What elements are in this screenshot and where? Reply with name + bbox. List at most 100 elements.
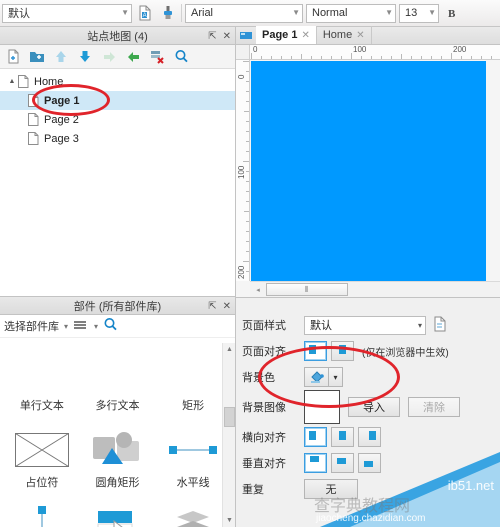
ruler-tick (246, 201, 249, 202)
widget-item-image-hotspot[interactable]: 图片热区 (80, 498, 156, 527)
indent-right-icon (100, 48, 118, 66)
ruler-tick (381, 56, 382, 59)
sitemap-node-page-2[interactable]: Page 2 (0, 110, 235, 129)
bg-image-row: 背景图像 导入 清除 (236, 390, 500, 424)
font-weight-dropdown[interactable]: Normal ▼ (306, 3, 396, 23)
ruler-tick (431, 56, 432, 59)
chevron-down-icon[interactable]: ▾ (94, 322, 98, 331)
bg-color-row: 背景色 ▾ (236, 364, 500, 390)
align-left-button[interactable] (304, 427, 327, 447)
svg-text:B: B (448, 8, 456, 20)
ruler-tick (243, 261, 249, 262)
delete-page-icon[interactable] (148, 48, 166, 66)
maximize-icon[interactable]: ⇱ (208, 301, 216, 312)
expander-icon[interactable]: ▲ (6, 78, 18, 85)
canvas-area: Page 1 ✕ Home ✕ 0 100 200 0 100 200 ◂ ⦀ (236, 26, 500, 297)
ruler-tick (271, 56, 272, 59)
add-page-icon[interactable] (4, 48, 22, 66)
ruler-tick (246, 121, 249, 122)
ruler-tick (246, 131, 249, 132)
widget-item-rectangle[interactable]: 矩形 (155, 344, 231, 419)
align-middle-button[interactable] (331, 453, 354, 473)
move-up-icon[interactable] (52, 48, 70, 66)
sitemap-toolbar (0, 45, 235, 69)
list-view-icon[interactable] (73, 319, 89, 334)
page-style-label: 页面样式 (242, 320, 286, 332)
bold-button[interactable]: B (442, 3, 462, 24)
font-family-value: Arial (191, 7, 214, 19)
font-family-dropdown[interactable]: Arial ▼ (185, 3, 303, 23)
scrollbar-thumb[interactable] (224, 407, 235, 427)
paint-brush-icon[interactable] (158, 3, 178, 24)
widget-item-rounded-rectangle[interactable]: 圆角矩形 (80, 421, 156, 496)
repeat-row: 重复 无 (236, 476, 500, 502)
paint-bucket-icon[interactable] (304, 367, 329, 387)
font-size-dropdown[interactable]: 13 ▼ (399, 3, 439, 23)
toolbar-separator (181, 4, 182, 22)
sitemap-node-page-3[interactable]: Page 3 (0, 129, 235, 148)
align-bottom-button[interactable] (358, 453, 381, 473)
close-icon[interactable]: ✕ (356, 30, 364, 41)
page-align-note: (仅在浏览器中生效) (362, 347, 449, 359)
h-align-group[interactable] (304, 427, 381, 447)
outdent-left-icon[interactable] (124, 48, 142, 66)
ruler-tick (311, 56, 312, 59)
page-align-group[interactable] (304, 341, 354, 361)
align-center-button[interactable] (331, 427, 354, 447)
widgets-scrollbar[interactable]: ▲ ▼ (222, 343, 235, 527)
sitemap-node-label: Page 3 (44, 132, 79, 145)
widget-item-single-line-text[interactable]: 单行文本 (4, 344, 80, 419)
tab-home[interactable]: Home ✕ (317, 26, 372, 44)
tab-page-1[interactable]: Page 1 ✕ (256, 26, 317, 44)
close-icon[interactable]: ✕ (223, 301, 231, 312)
move-down-icon[interactable] (76, 48, 94, 66)
image-hotspot-icon (92, 504, 142, 527)
widget-item-horizontal-line[interactable]: 水平线 (155, 421, 231, 496)
sitemap-tree[interactable]: ▲ Home Page 1 Page 2 Page 3 (0, 69, 235, 295)
search-icon[interactable] (103, 317, 118, 335)
widget-item-vertical-line[interactable]: 垂直线 (4, 498, 80, 527)
close-icon[interactable]: ✕ (301, 30, 309, 41)
font-weight-value: Normal (312, 7, 348, 19)
page-style-dropdown[interactable]: 默认 ▾ (304, 315, 426, 335)
v-align-group[interactable] (304, 453, 381, 473)
close-icon[interactable]: ✕ (223, 31, 231, 42)
sitemap-node-home[interactable]: ▲ Home (0, 72, 235, 91)
align-center-button[interactable] (331, 341, 354, 361)
scroll-up-icon[interactable]: ▲ (223, 343, 236, 356)
maximize-icon[interactable]: ⇱ (208, 31, 216, 42)
align-right-button[interactable] (358, 427, 381, 447)
widget-item-multi-line-text[interactable]: 多行文本 (80, 344, 156, 419)
chevron-down-icon[interactable]: ▾ (64, 322, 68, 331)
style-dropdown[interactable]: 默认 ▼ (2, 3, 132, 23)
svg-text:A: A (143, 13, 147, 19)
ruler-tick (246, 241, 249, 242)
format-painter-icon[interactable]: A (135, 3, 155, 24)
search-icon[interactable] (172, 48, 190, 66)
widgets-panel-header: 部件 (所有部件库) ⇱ ✕ (0, 297, 235, 315)
widgets-panel: 部件 (所有部件库) ⇱ ✕ 选择部件库 ▾ ▾ 单行文本 多行文本 矩形占位符… (0, 297, 236, 527)
canvas-horizontal-scrollbar[interactable]: ◂ ⦀ (250, 281, 500, 297)
edit-style-icon[interactable] (432, 316, 448, 335)
bg-image-preview[interactable] (304, 390, 340, 424)
ruler-tick (246, 191, 249, 192)
scrollbar-thumb[interactable]: ⦀ (266, 283, 348, 296)
bg-color-dropdown[interactable]: ▾ (329, 367, 343, 387)
page-canvas[interactable] (251, 61, 486, 283)
align-top-button[interactable] (304, 453, 327, 473)
import-button[interactable]: 导入 (348, 397, 400, 417)
page-properties-panel: 页面样式 默认 ▾ 页面对齐 (仅在浏览器中生效) 背景色 ▾ 背景图像 导入 … (236, 297, 500, 527)
ruler-tick (246, 91, 249, 92)
scroll-down-icon[interactable]: ▼ (223, 514, 236, 527)
select-library-label[interactable]: 选择部件库 (4, 318, 59, 334)
page-icon (18, 75, 29, 88)
repeat-value[interactable]: 无 (304, 479, 358, 499)
widget-item-placeholder[interactable]: 占位符 (4, 421, 80, 496)
chevron-down-icon: ▼ (292, 8, 300, 17)
scroll-left-icon[interactable]: ◂ (250, 286, 266, 294)
sitemap-node-page-1[interactable]: Page 1 (0, 91, 235, 110)
add-folder-icon[interactable] (28, 48, 46, 66)
align-left-button[interactable] (304, 341, 327, 361)
widget-item-dynamic-panel[interactable]: 动态面板 (155, 498, 231, 527)
h-align-label: 横向对齐 (242, 432, 286, 444)
